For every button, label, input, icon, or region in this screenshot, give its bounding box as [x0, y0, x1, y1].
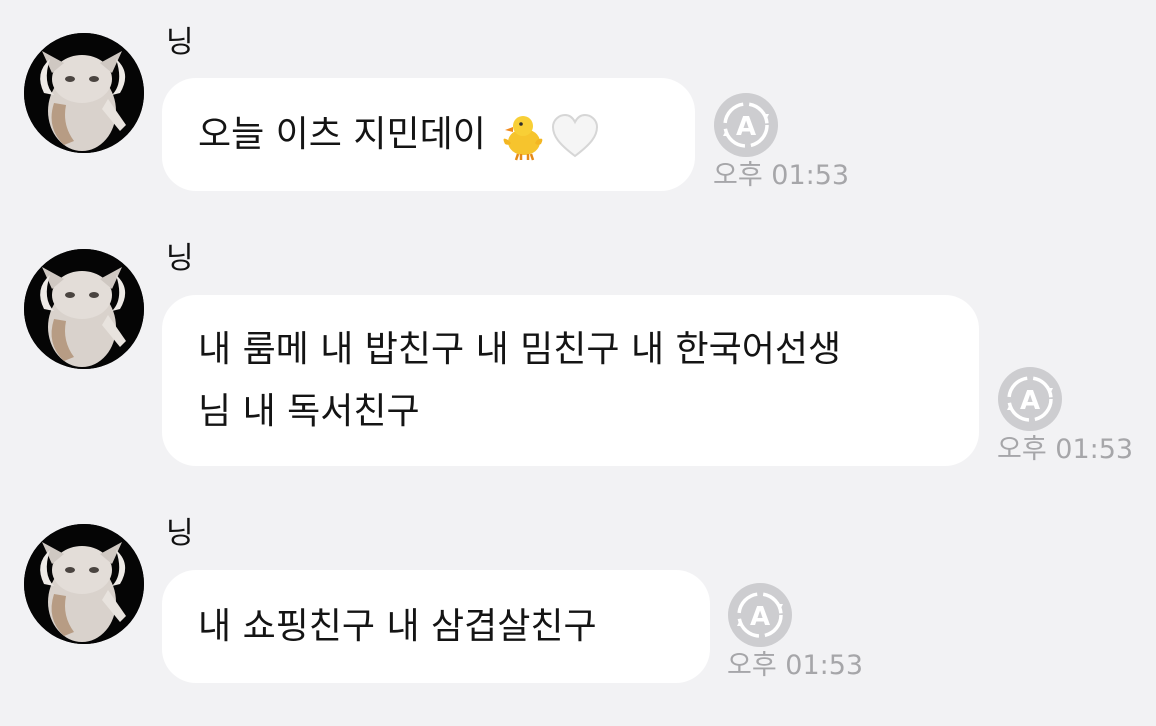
message-bubble[interactable]: 내 쇼핑친구 내 삼겹살친구 — [162, 570, 710, 683]
svg-text:A: A — [750, 602, 770, 632]
message-text: 내 쇼핑친구 내 삼겹살친구 — [198, 605, 597, 647]
sender-name: 닝 — [166, 516, 194, 551]
message-meta: A 오후 01:53 — [727, 582, 867, 682]
translate-a-icon[interactable]: A — [727, 582, 793, 648]
message-row: 닝 내 쇼핑친구 내 삼겹살친구 A 오후 01:53 — [0, 0, 1156, 726]
timestamp: 오후 01:53 — [727, 650, 864, 681]
avatar[interactable] — [24, 524, 144, 644]
cat-avatar-image — [24, 524, 144, 644]
